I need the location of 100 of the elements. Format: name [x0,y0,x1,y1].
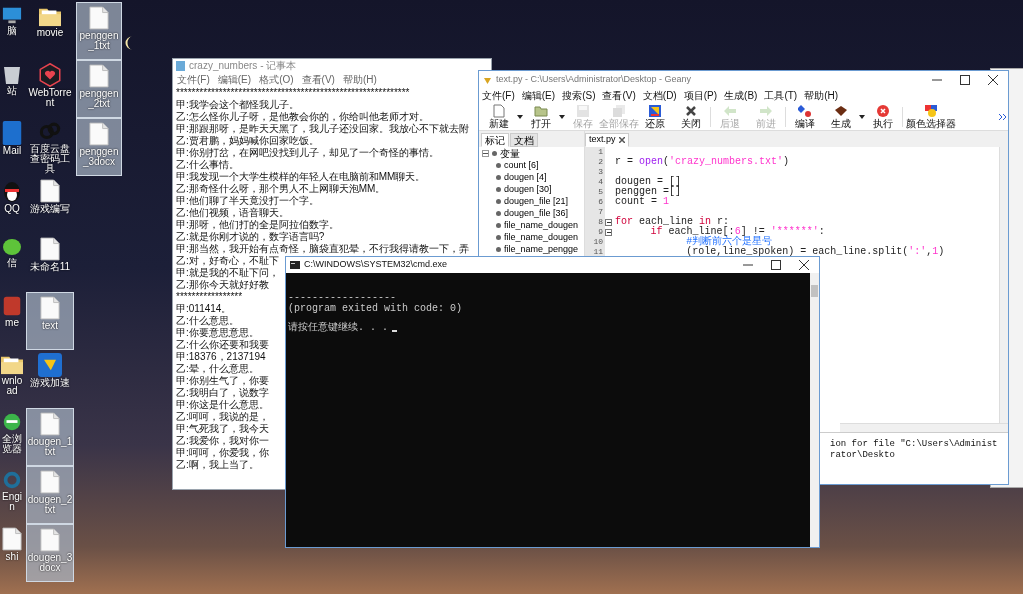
text-line: 乙:我爱你，我对你一 [176,435,269,447]
menu-item[interactable]: 项目(P) [683,90,718,102]
close-icon[interactable] [799,260,809,270]
tree-label[interactable]: dougen [4] [504,171,547,183]
floppy-disks-icon [612,104,626,118]
maximize-icon[interactable] [771,260,781,270]
chevrons-icon[interactable] [999,113,1006,120]
code-line: (role,line_spoken) = each_line.split(':',1) [686,247,945,257]
menu-item[interactable]: 生成(B) [724,90,758,102]
toolbar-button[interactable]: 编译 [787,104,823,129]
tree-label[interactable]: file_name_pengge [504,243,579,255]
code-line: dougen = [] [615,177,681,187]
desktop-icon[interactable]: me [0,292,24,350]
desktop-icon[interactable]: 全浏览器 [0,408,24,466]
text-line: 乙:怎么怪你儿子呀，是他教会你的，你给叫他老师才对。 [176,111,429,123]
menu-item[interactable]: 帮助(H) [804,90,839,102]
editor-tab[interactable]: text.py [585,133,629,147]
close-icon[interactable] [988,75,998,85]
chat-bubble-icon [3,237,21,257]
toolbar-button[interactable]: 生成 [823,104,859,129]
toolbar-button[interactable]: 打开 [523,104,559,129]
scrollbar[interactable] [810,273,819,547]
desktop-icon[interactable]: WebTorrent [26,60,74,118]
desktop-icon[interactable]: QQ [0,176,24,234]
menu-item[interactable]: 文件(F) [177,74,210,86]
menu-item[interactable]: 帮助(H) [342,74,377,86]
tree-label[interactable]: dougen_file [36] [504,207,569,219]
toolbar-button[interactable]: 新建 [481,104,517,129]
scrollbar[interactable] [999,147,1008,423]
tree-label[interactable]: file_name_dougen [504,219,579,231]
desktop-icon[interactable]: penggen_1txt [76,2,122,60]
desktop-icon[interactable]: 脑 [0,2,24,60]
text-line: ************************************************************ [176,87,410,99]
window-title: C:\WINDOWS\SYSTEM32\cmd.exe [304,258,448,272]
tree-label[interactable]: count [6] [504,159,539,171]
desktop-icon[interactable]: 百度云盘查密码工具 [26,118,74,176]
menu-item[interactable]: 文件(F) [482,90,515,102]
desktop-icon[interactable]: 游戏加速 [26,350,74,408]
brick-icon [834,104,848,118]
menu-item[interactable]: 搜索(S) [562,90,596,102]
document-icon [2,527,22,551]
caret-icon[interactable] [517,114,523,119]
left-arrow-icon [723,104,737,118]
fold-marker[interactable] [605,228,612,236]
text-line: 甲:那当然，我开始有点奇怪，脑袋直犯晕，不行我得请教一下，弄 [176,243,469,255]
desktop-icon[interactable]: movie [26,2,74,60]
right-arrow-icon [759,104,773,118]
desktop-icon[interactable]: Engin [0,466,24,524]
menu-item[interactable]: 工具(T) [764,90,798,102]
menu-item[interactable]: 查看(V) [602,90,636,102]
expander[interactable] [482,149,489,157]
maximize-icon[interactable] [960,75,970,85]
color-picker-icon [924,104,938,118]
desktop-icon[interactable]: penggen_3docx [76,118,122,176]
close-icon[interactable] [618,137,625,143]
new-document-icon [492,104,506,118]
desktop-icon[interactable]: 站 [0,60,24,118]
text-line: 乙:啊，我上当了。 [176,459,259,471]
desktop-icon[interactable]: 未命名11 [26,234,74,292]
toolbar-button[interactable]: 颜色选择器 [904,104,958,129]
tree-label[interactable]: 变量 [500,147,520,159]
console-prompt: 请按任意键继续. . . [288,322,388,334]
monitor-icon [2,5,22,25]
line-number: 3 [597,167,604,177]
text-line: 乙:他们视频，语音聊天。 [176,207,289,219]
text-line: 甲:我学会这个都怪我儿子。 [176,99,299,111]
tree-label[interactable]: dougen_file [21] [504,195,569,207]
menu-item[interactable]: 编辑(E) [521,90,556,102]
app-icon [3,295,21,317]
tree-label[interactable]: dougen [30] [504,183,552,195]
fold-marker[interactable] [605,218,612,226]
line-number: 8 [597,217,604,227]
desktop-icon[interactable]: shi [0,524,24,582]
scrollbar[interactable] [840,423,1008,432]
menu-item[interactable]: 格式(O) [259,74,294,86]
menu-item[interactable]: 文档(D) [642,90,677,102]
desktop-icon[interactable]: wnload [0,350,24,408]
desktop-icon[interactable]: 游戏编写 [26,176,74,234]
document-icon [40,412,60,436]
icon-label: movie [36,28,64,38]
desktop-icon[interactable]: 信 [0,234,24,292]
desktop-icon[interactable]: penggen_2txt [76,60,122,118]
menu-item[interactable]: 编辑(E) [217,74,252,86]
console-text: (program exited with code: 0) [288,303,463,314]
sidebar-tab[interactable]: 标记 [481,133,509,147]
tree-label[interactable]: file_name_dougen [504,231,579,243]
icon-label: wnload [0,376,24,396]
code-line: count = 1 [615,197,670,207]
toolbar-button[interactable]: 执行 [865,104,901,129]
document-icon [40,237,60,261]
caret-icon[interactable] [559,114,565,119]
toolbar-button[interactable]: 还原 [637,104,673,129]
document-icon [89,64,109,88]
desktop-icon[interactable]: Mail [0,118,24,176]
caret-icon[interactable] [859,114,865,119]
menu-item[interactable]: 查看(V) [301,74,335,86]
text-line: 乙:那奇怪什么呀，那个男人不上网聊天泡MM。 [176,183,386,195]
line-number: 11 [592,247,604,257]
sidebar-tab[interactable]: 文档 [510,133,538,147]
toolbar-button[interactable]: 关闭 [673,104,709,129]
